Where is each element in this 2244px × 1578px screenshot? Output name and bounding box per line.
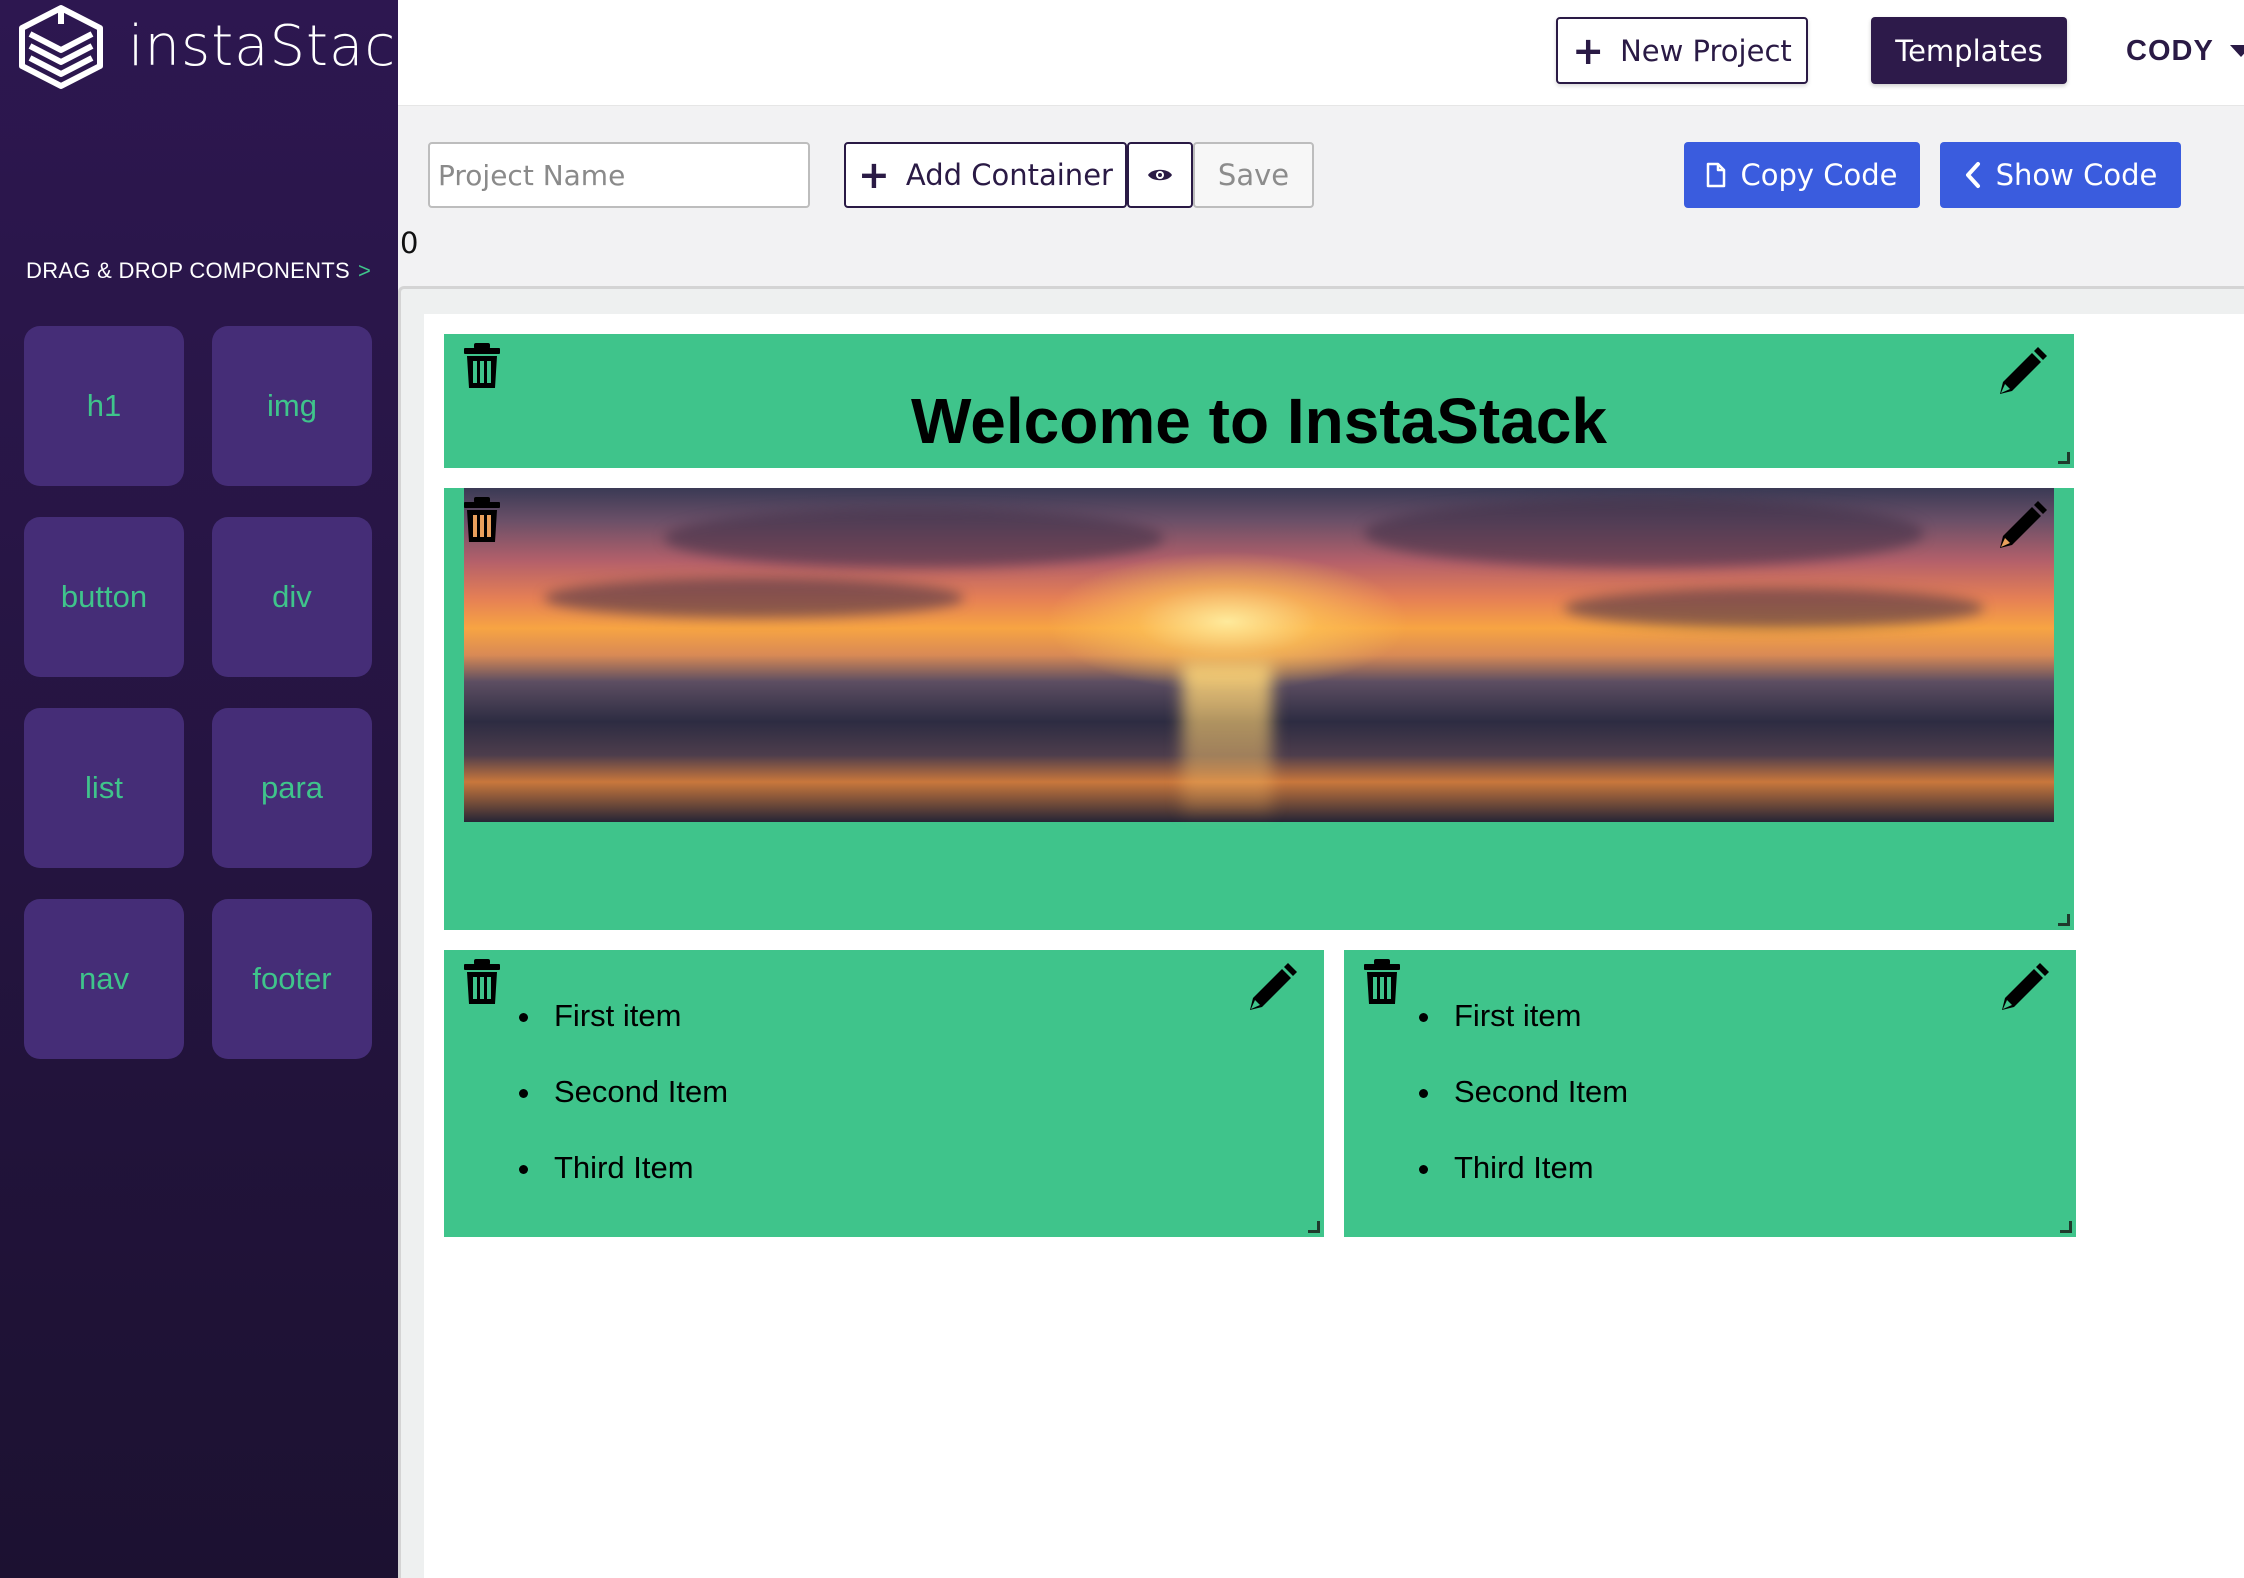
list-item: First item [1444,996,1628,1036]
canvas[interactable]: Welcome to InstaStack • First item • Sec… [424,314,2244,1578]
add-container-label: Add Container [905,158,1113,192]
save-button[interactable]: Save [1193,142,1314,208]
list-item: Second Item [1444,1072,1628,1112]
chevron-right-icon: > [358,258,372,283]
heading-text: Welcome to InstaStack [911,385,1607,457]
resize-handle[interactable] [2058,452,2070,464]
resize-handle[interactable] [2060,1221,2072,1233]
component-h1[interactable]: h1 [24,326,184,486]
eye-icon [1148,169,1172,181]
component-para[interactable]: para [212,708,372,868]
trash-icon[interactable] [462,958,502,1006]
templates-button[interactable]: Templates [1871,17,2067,84]
copy-code-label: Copy Code [1740,158,1898,192]
trash-icon[interactable] [1362,958,1402,1006]
copy-code-button[interactable]: Copy Code [1684,142,1920,208]
component-button[interactable]: button [24,517,184,677]
pencil-icon[interactable] [1996,346,2048,398]
chevron-left-icon [1964,161,1982,189]
stack-logo-icon [19,5,103,89]
component-img[interactable]: img [212,326,372,486]
pencil-icon[interactable] [1246,962,1298,1014]
trash-icon[interactable] [462,496,502,544]
list-item: Third Item [1444,1148,1628,1188]
component-nav[interactable]: nav [24,899,184,1059]
image-block[interactable] [444,488,2074,930]
user-name: CODY [2126,34,2214,67]
show-code-button[interactable]: Show Code [1940,142,2181,208]
list-item: First item [544,996,728,1036]
list-item: Third Item [544,1148,728,1188]
components-heading-label: DRAG & DROP COMPONENTS [26,258,351,283]
plus-icon: + [1572,28,1605,73]
element-counter: 0 [400,226,419,260]
trash-icon[interactable] [462,342,502,390]
caret-down-icon [2229,45,2244,57]
component-footer[interactable]: footer [212,899,372,1059]
show-code-label: Show Code [1995,158,2158,192]
component-div[interactable]: div [212,517,372,677]
project-name-input[interactable] [428,142,810,208]
resize-handle[interactable] [2058,914,2070,926]
new-project-button[interactable]: + New Project [1556,17,1808,84]
list-item: Second Item [544,1072,728,1112]
plus-icon: + [858,153,890,197]
list-left: First item Second Item Third Item [544,996,728,1224]
list-right: First item Second Item Third Item [1444,996,1628,1224]
app-logo[interactable]: instaStack [14,4,430,90]
pencil-icon[interactable] [1998,962,2050,1014]
document-icon [1706,162,1726,188]
app-name: instaStack [128,14,430,79]
list-block-left[interactable]: First item Second Item Third Item [444,950,1324,1237]
component-list[interactable]: list [24,708,184,868]
new-project-label: New Project [1620,33,1792,68]
user-menu[interactable]: CODY [2126,30,2244,72]
add-container-button[interactable]: + Add Container [844,142,1127,208]
preview-button[interactable] [1127,142,1193,208]
sunset-image [464,488,2054,822]
resize-handle[interactable] [1308,1221,1320,1233]
sidebar: instaStack DRAG & DROP COMPONENTS > h1 im… [0,0,429,1578]
list-block-right[interactable]: First item Second Item Third Item [1344,950,2076,1237]
heading-block[interactable]: Welcome to InstaStack [444,334,2074,468]
pencil-icon[interactable] [1996,500,2048,552]
components-heading[interactable]: DRAG & DROP COMPONENTS > [26,258,371,284]
